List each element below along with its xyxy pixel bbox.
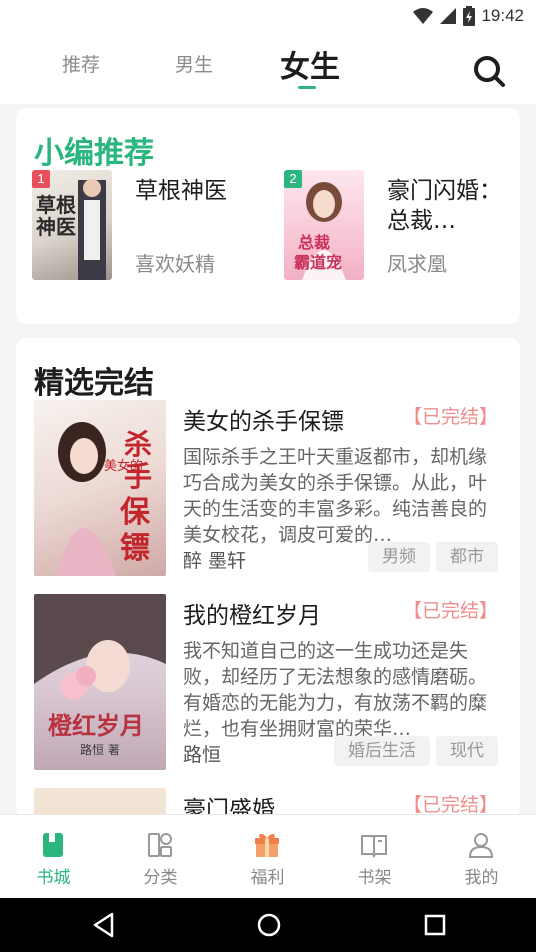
category-icon [148, 833, 172, 857]
completed-status-badge: 【已完结】 [402, 406, 498, 428]
svg-text:橙红岁月: 橙红岁月 [48, 711, 144, 740]
editor-picks-card: 小编推荐 草根 神医 1 草根神医 喜欢妖精 总裁 霸道宠 2 豪门闪婚：总裁…… [16, 108, 520, 324]
book-cover: 草根 神医 1 [32, 170, 112, 280]
book-author: 路恒 [183, 744, 222, 766]
book-cover: 橙红岁月 路恒 著 [34, 594, 166, 770]
book-list-item[interactable]: 橙红岁月 路恒 著 我的橙红岁月 【已完结】 我不知道自己的这一生成功还是失败，… [34, 594, 504, 770]
gift-icon [255, 833, 279, 857]
svg-text:路恒 著: 路恒 著 [80, 742, 120, 757]
svg-text:草根: 草根 [36, 193, 76, 217]
rank-badge: 1 [32, 170, 50, 188]
featured-book-title: 豪门闪婚：总裁… [387, 178, 502, 234]
nav-item-profile[interactable]: 我的 [428, 815, 535, 899]
book-tag[interactable]: 男频 [368, 542, 430, 572]
nav-label: 书城 [36, 868, 71, 888]
featured-book-item[interactable]: 总裁 霸道宠 2 豪门闪婚：总裁… 凤求凰 [284, 170, 524, 290]
nav-item-category[interactable]: 分类 [107, 815, 214, 899]
tab-recommend[interactable]: 推荐 [62, 50, 100, 77]
book-tag[interactable]: 婚后生活 [334, 736, 430, 766]
book-cover: 总裁 霸道宠 2 [284, 170, 364, 280]
top-tab-bar: 推荐 男生 女生 [0, 32, 536, 104]
status-icons: 19:42 [413, 4, 524, 28]
svg-text:神医: 神医 [36, 215, 76, 239]
book-tag[interactable]: 现代 [436, 736, 498, 766]
nav-label: 分类 [143, 868, 178, 888]
bookshelf-icon [361, 835, 387, 859]
bottom-navigation: 书城 分类 福利 书架 我的 [0, 814, 536, 898]
completed-picks-card: 精选完结 杀 手 保 镖 美女的 美女的杀手保镖 【已完结】 国际杀手之王叶天重… [16, 338, 520, 818]
book-description: 国际杀手之王叶天重返都市，却机缘巧合成为美女的杀手保镖。从此，叶天的生活变的丰富… [183, 446, 488, 546]
svg-text:美女的: 美女的 [104, 458, 143, 474]
book-title: 美女的杀手保镖 [183, 409, 344, 435]
svg-text:杀: 杀 [124, 428, 152, 461]
active-tab-indicator [298, 86, 316, 89]
rank-badge: 2 [284, 170, 302, 188]
svg-text:镖: 镖 [120, 531, 150, 566]
completed-status-badge: 【已完结】 [402, 794, 498, 816]
svg-text:保: 保 [120, 495, 151, 530]
nav-label: 福利 [250, 868, 285, 888]
svg-text:总裁: 总裁 [298, 233, 330, 252]
nav-item-welfare[interactable]: 福利 [214, 815, 321, 899]
profile-icon [468, 833, 494, 858]
nav-item-bookstore[interactable]: 书城 [0, 815, 107, 899]
nav-item-bookshelf[interactable]: 书架 [321, 815, 428, 899]
tab-female[interactable]: 女生 [280, 42, 340, 86]
featured-book-author: 喜欢妖精 [135, 252, 215, 276]
back-icon[interactable] [90, 910, 116, 940]
search-icon[interactable] [472, 54, 506, 88]
home-icon[interactable] [254, 910, 284, 940]
system-navigation-bar [0, 898, 536, 952]
book-list-item[interactable]: 杀 手 保 镖 美女的 美女的杀手保镖 【已完结】 国际杀手之王叶天重返都市，却… [34, 400, 504, 576]
status-time: 19:42 [481, 6, 524, 25]
book-author: 醉 墨轩 [183, 550, 247, 572]
svg-text:霸道宠: 霸道宠 [294, 253, 342, 272]
book-description: 我不知道自己的这一生成功还是失败，却经历了无法想象的感情磨砺。有婚恋的无能为力，… [183, 640, 488, 740]
tab-male[interactable]: 男生 [175, 50, 213, 77]
featured-book-title: 草根神医 [135, 178, 227, 204]
nav-label: 书架 [357, 868, 392, 888]
wifi-icon [413, 8, 434, 24]
bookstore-icon [43, 833, 63, 857]
featured-book-author: 凤求凰 [387, 252, 447, 276]
status-bar: 19:42 [0, 0, 536, 32]
completed-status-badge: 【已完结】 [402, 600, 498, 622]
signal-icon [440, 8, 457, 24]
nav-label: 我的 [464, 868, 499, 888]
book-cover: 杀 手 保 镖 美女的 [34, 400, 166, 576]
battery-icon [463, 6, 476, 26]
book-tag[interactable]: 都市 [436, 542, 498, 572]
featured-book-item[interactable]: 草根 神医 1 草根神医 喜欢妖精 [32, 170, 272, 290]
recent-apps-icon[interactable] [422, 910, 448, 940]
section-title-editor-picks: 小编推荐 [34, 136, 154, 171]
section-title-completed: 精选完结 [34, 366, 154, 401]
book-title: 我的橙红岁月 [183, 603, 321, 629]
